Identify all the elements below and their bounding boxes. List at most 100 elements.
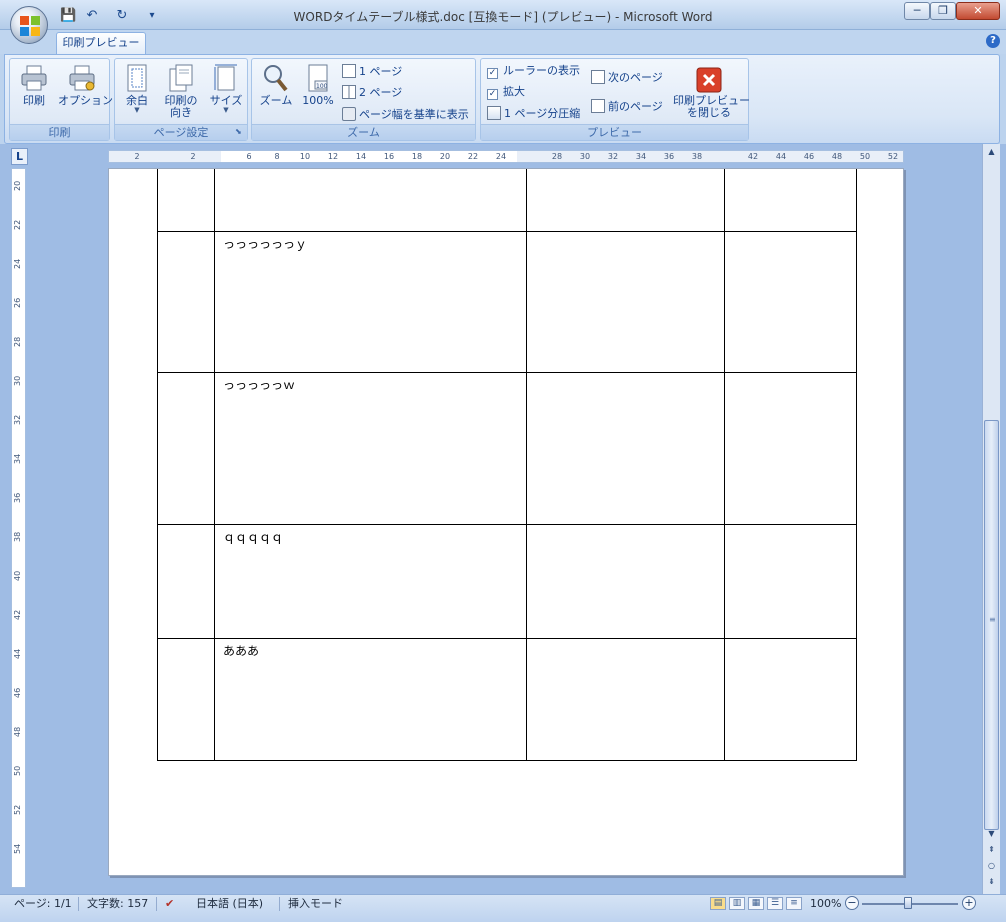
- zoom-level[interactable]: 100%: [810, 895, 841, 922]
- one-page-label: 1 ページ: [359, 65, 403, 78]
- ruler-number: 18: [411, 152, 423, 161]
- table-cell[interactable]: あああ: [214, 638, 527, 761]
- full-screen-reading-view-icon[interactable]: ▥: [729, 897, 745, 910]
- tab-selector-button[interactable]: L: [11, 148, 28, 165]
- web-layout-view-icon[interactable]: ▦: [748, 897, 764, 910]
- next-page-arrow-icon[interactable]: ⇟: [984, 874, 999, 889]
- table-cell[interactable]: [526, 524, 725, 639]
- next-page-label: 次のページ: [608, 71, 663, 84]
- table-cell[interactable]: [724, 638, 857, 761]
- minimize-button[interactable]: ─: [904, 2, 930, 20]
- ruler-number: 52: [887, 152, 899, 161]
- ruler-number: 42: [747, 152, 759, 161]
- table-cell[interactable]: っっっっっｗ: [214, 372, 527, 525]
- table-cell[interactable]: ｑｑｑｑｑ: [214, 524, 527, 639]
- horizontal-ruler[interactable]: 2 2 6 8 10 12 14 16 18 20 22 24 28 30 32 34 36 38 42 44 46 48…: [108, 150, 904, 163]
- shrink-one-page-label: 1 ページ分圧縮: [504, 107, 581, 120]
- outline-view-icon[interactable]: ☰: [767, 897, 783, 910]
- word-count[interactable]: 文字数: 157: [87, 895, 148, 922]
- window-title: WORDタイムテーブル様式.doc [互換モード] (プレビュー) - Micr…: [293, 10, 713, 24]
- table-cell[interactable]: [724, 169, 857, 232]
- page-width-button[interactable]: ページ幅を基準に表示: [342, 106, 469, 124]
- office-button[interactable]: [10, 6, 48, 44]
- table-row: あああ: [157, 638, 857, 761]
- table-cell[interactable]: [724, 231, 857, 373]
- scrollbar-thumb[interactable]: ≡: [984, 420, 999, 830]
- table-cell[interactable]: [157, 638, 215, 761]
- zoom-group: ズーム 100 100% 1 ページ 2 ページ ページ幅を基準に表示 ズーム: [251, 58, 476, 141]
- page-width-icon: [342, 107, 356, 121]
- maximize-button[interactable]: ❐: [930, 2, 956, 20]
- show-ruler-label: ルーラーの表示: [503, 64, 580, 77]
- page-setup-group: 余白 ▼ 印刷の 向き サイズ ▼ ページ設定 ⬊: [114, 58, 248, 141]
- magnifier-checkbox[interactable]: ✓ 拡大: [487, 83, 525, 101]
- ruler-number: 40: [13, 570, 22, 581]
- table-cell[interactable]: [526, 231, 725, 373]
- size-dropdown-icon: ▼: [223, 106, 229, 114]
- orientation-button[interactable]: 印刷の 向き: [159, 61, 203, 121]
- size-button[interactable]: サイズ ▼: [207, 61, 245, 121]
- scroll-down-icon[interactable]: ▼: [984, 826, 999, 841]
- table-cell[interactable]: っっっっっっｙ: [214, 231, 527, 373]
- table-cell[interactable]: [724, 524, 857, 639]
- draft-view-icon[interactable]: ≡: [786, 897, 802, 910]
- browse-object-icon[interactable]: ○: [984, 858, 999, 873]
- shrink-one-page-icon: [487, 106, 501, 120]
- page-setup-dialog-launcher-icon[interactable]: ⬊: [235, 128, 244, 137]
- previous-page-icon: [591, 99, 605, 113]
- status-separator: [78, 897, 79, 911]
- print-layout-view-icon[interactable]: ▤: [710, 897, 726, 910]
- previous-page-arrow-icon[interactable]: ⇞: [984, 842, 999, 857]
- page-width-label: ページ幅を基準に表示: [359, 108, 469, 121]
- language-indicator[interactable]: 日本語 (日本): [196, 895, 263, 922]
- table-cell[interactable]: [526, 169, 725, 232]
- margins-button[interactable]: 余白 ▼: [119, 61, 155, 121]
- table-cell[interactable]: [157, 231, 215, 373]
- options-button[interactable]: オプション: [58, 61, 113, 121]
- preview-page[interactable]: っっっっっっｙ っっっっっｗ ｑｑｑｑｑ あああ: [108, 168, 904, 876]
- table-cell[interactable]: [157, 524, 215, 639]
- zoom-100-button[interactable]: 100 100%: [300, 61, 336, 121]
- table-cell[interactable]: [214, 169, 527, 232]
- shrink-one-page-button[interactable]: 1 ページ分圧縮: [487, 105, 580, 123]
- two-pages-button[interactable]: 2 ページ: [342, 84, 402, 102]
- ruler-number: 10: [299, 152, 311, 161]
- ruler-number: 34: [635, 152, 647, 161]
- options-label: オプション: [58, 94, 113, 107]
- one-page-button[interactable]: 1 ページ: [342, 63, 402, 81]
- ruler-number: 20: [13, 180, 22, 191]
- zoom-in-button[interactable]: +: [962, 896, 976, 910]
- print-button[interactable]: 印刷: [14, 61, 54, 121]
- previous-page-button[interactable]: 前のページ: [591, 98, 663, 116]
- ruler-number: 30: [579, 152, 591, 161]
- next-page-button[interactable]: 次のページ: [591, 69, 663, 87]
- table-cell[interactable]: [526, 638, 725, 761]
- zoom-button[interactable]: ズーム: [256, 61, 296, 121]
- show-ruler-checkbox[interactable]: ✓ ルーラーの表示: [487, 62, 580, 80]
- ruler-number: 50: [859, 152, 871, 161]
- vertical-scrollbar[interactable]: ▲ ≡ ▼ ⇞ ○ ⇟: [982, 144, 1000, 894]
- tab-print-preview[interactable]: 印刷プレビュー: [56, 32, 146, 54]
- scroll-up-icon[interactable]: ▲: [984, 144, 999, 159]
- table-cell[interactable]: [526, 372, 725, 525]
- magnifier-label: 拡大: [503, 85, 525, 98]
- table-row: [157, 169, 857, 232]
- insert-mode-indicator[interactable]: 挿入モード: [288, 895, 343, 922]
- ruler-number: 46: [803, 152, 815, 161]
- close-preview-button[interactable]: 印刷プレビュー を閉じる: [673, 65, 750, 125]
- table-cell[interactable]: [724, 372, 857, 525]
- vertical-ruler[interactable]: 20 22 24 26 28 30 32 34 36 38 40 42 44 46 48 50 52 54: [11, 168, 26, 888]
- orientation-label-line2: 向き: [170, 106, 192, 119]
- page-indicator[interactable]: ページ: 1/1: [14, 895, 72, 922]
- table-cell[interactable]: [157, 372, 215, 525]
- close-window-button[interactable]: ✕: [956, 2, 1000, 20]
- zoom-slider-thumb[interactable]: [904, 897, 912, 909]
- ruler-number: 52: [13, 804, 22, 815]
- help-icon[interactable]: ?: [986, 34, 1000, 48]
- margins-dropdown-icon: ▼: [134, 106, 140, 114]
- table-row: っっっっっｗ: [157, 372, 857, 525]
- zoom-out-button[interactable]: −: [845, 896, 859, 910]
- ruler-number: 22: [467, 152, 479, 161]
- proofing-icon[interactable]: ✔: [165, 895, 174, 922]
- table-cell[interactable]: [157, 169, 215, 232]
